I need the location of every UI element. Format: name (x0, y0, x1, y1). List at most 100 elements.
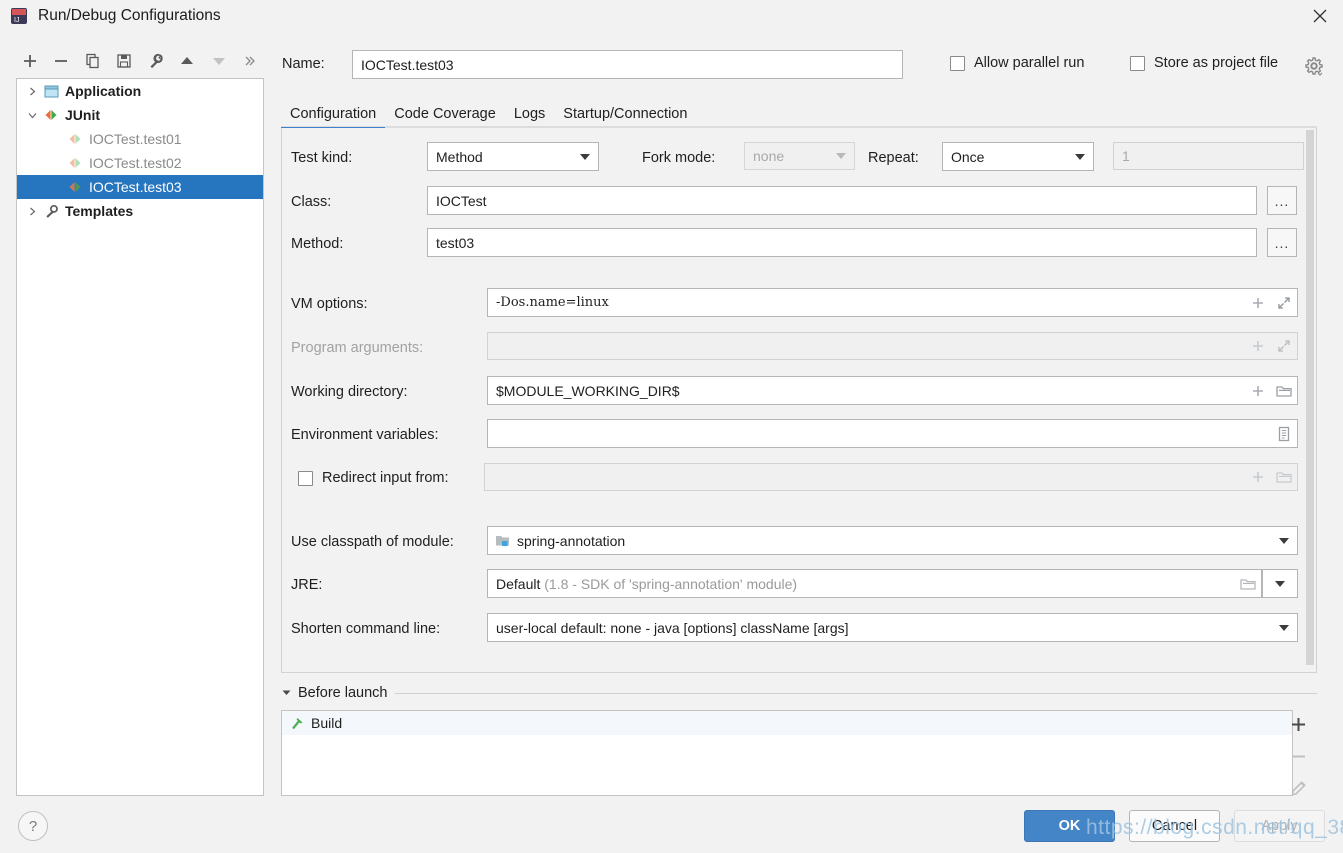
scrollbar-thumb[interactable] (1306, 130, 1314, 665)
svg-text:IJ: IJ (14, 17, 19, 24)
tab-configuration[interactable]: Configuration (281, 106, 386, 130)
redirect-input-field[interactable] (484, 463, 1298, 491)
add-configuration-button[interactable] (14, 46, 46, 76)
add-task-button[interactable] (1290, 716, 1307, 736)
class-browse-button[interactable]: ... (1267, 186, 1297, 215)
checkbox-box (950, 55, 965, 71)
repeat-value: Once (951, 148, 985, 165)
before-launch-item-build[interactable]: Build (282, 711, 1292, 735)
save-configuration-button[interactable] (109, 46, 141, 76)
gear-icon[interactable] (1304, 56, 1324, 79)
application-icon (41, 84, 61, 99)
wrench-icon (41, 204, 61, 219)
chevron-down-icon (1271, 537, 1297, 544)
store-as-project-file-checkbox[interactable]: Store as project file (1130, 55, 1278, 71)
before-launch-side-toolbar (1281, 710, 1315, 796)
redirect-input-label: Redirect input from: (322, 470, 449, 486)
cancel-button[interactable]: Cancel (1129, 810, 1220, 842)
class-label: Class: (291, 194, 332, 210)
browse-folder-icon[interactable] (1235, 577, 1261, 591)
vm-options-input[interactable]: -Dos.name=linux (487, 288, 1298, 317)
class-input[interactable]: IOCTest (427, 186, 1257, 215)
build-hammer-icon (290, 716, 305, 731)
program-arguments-input[interactable] (487, 332, 1298, 360)
tree-item-junit[interactable]: JUnit (17, 103, 263, 127)
shorten-command-line-combo[interactable]: user-local default: none - java [options… (487, 613, 1298, 642)
insert-macro-icon[interactable] (1245, 384, 1271, 398)
edit-variables-icon[interactable] (1271, 426, 1297, 442)
tree-item-templates[interactable]: Templates (17, 199, 263, 223)
jre-input[interactable]: Default (1.8 - SDK of 'spring-annotation… (487, 569, 1262, 598)
browse-folder-icon[interactable] (1271, 384, 1297, 398)
jre-value: Default (1.8 - SDK of 'spring-annotation… (488, 576, 1235, 592)
expand-editor-icon[interactable] (1271, 296, 1297, 310)
chevron-down-icon (828, 153, 854, 159)
use-classpath-of-module-label: Use classpath of module: (291, 534, 454, 550)
tree-item-application[interactable]: Application (17, 79, 263, 103)
fork-mode-combo[interactable]: none (744, 142, 855, 170)
expand-editor-icon (1271, 339, 1297, 353)
move-up-button[interactable] (172, 46, 204, 76)
copy-configuration-button[interactable] (77, 46, 109, 76)
chevron-right-icon[interactable] (23, 87, 41, 96)
tree-item-ioctest-test02[interactable]: IOCTest.test02 (17, 151, 263, 175)
before-launch-list[interactable]: Build (281, 710, 1293, 796)
vm-options-value: -Dos.name=linux (496, 295, 609, 310)
jre-value-hint: (1.8 - SDK of 'spring-annotation' module… (544, 575, 798, 592)
before-launch-header[interactable]: Before launch (281, 685, 1317, 701)
tree-item-label: IOCTest.test03 (89, 179, 182, 195)
title-bar: IJ Run/Debug Configurations (0, 0, 1343, 32)
store-as-project-file-label: Store as project file (1154, 55, 1279, 71)
help-button[interactable]: ? (18, 811, 48, 841)
repeat-combo[interactable]: Once (942, 142, 1094, 171)
class-value: IOCTest (436, 192, 487, 209)
ok-button[interactable]: OK (1024, 810, 1115, 842)
jre-label: JRE: (291, 577, 323, 593)
fork-mode-label: Fork mode: (642, 150, 716, 166)
redirect-input-checkbox[interactable]: Redirect input from: (298, 470, 449, 486)
test-kind-combo[interactable]: Method (427, 142, 599, 171)
tab-startup-connection[interactable]: Startup/Connection (554, 106, 696, 128)
insert-macro-icon[interactable] (1245, 296, 1271, 310)
before-launch-title: Before launch (298, 685, 388, 701)
chevron-right-icon[interactable] (23, 207, 41, 216)
apply-button[interactable]: Apply (1234, 810, 1325, 842)
tree-item-label: Templates (65, 203, 134, 219)
chevron-down-icon (1067, 153, 1093, 160)
tree-item-label: Application (65, 83, 142, 99)
insert-macro-icon (1245, 470, 1271, 484)
close-icon[interactable] (1297, 0, 1343, 32)
configurations-tree[interactable]: Application JUnit IOCTest.test01 IOCTest… (16, 78, 264, 796)
edit-task-button[interactable] (1290, 780, 1307, 800)
repeat-count-input[interactable]: 1 (1113, 142, 1304, 170)
shorten-command-line-value-text: user-local default: none (496, 619, 642, 636)
environment-variables-label: Environment variables: (291, 427, 439, 443)
panel-scrollbar[interactable] (1304, 128, 1316, 672)
chevron-down-icon[interactable] (23, 111, 41, 120)
tab-code-coverage[interactable]: Code Coverage (385, 106, 505, 128)
move-down-button[interactable] (203, 46, 235, 76)
remove-configuration-button[interactable] (46, 46, 78, 76)
tab-logs[interactable]: Logs (505, 106, 554, 128)
method-value: test03 (436, 234, 475, 251)
before-launch-rule (395, 692, 1317, 694)
more-options-button[interactable] (235, 46, 267, 76)
browse-folder-icon (1271, 470, 1297, 484)
method-browse-button[interactable]: ... (1267, 228, 1297, 257)
name-input[interactable]: IOCTest.test03 (352, 50, 903, 79)
environment-variables-input[interactable] (487, 419, 1298, 448)
method-input[interactable]: test03 (427, 228, 1257, 257)
remove-task-button[interactable] (1290, 748, 1307, 768)
jre-dropdown-button[interactable] (1262, 569, 1298, 598)
tree-item-ioctest-test01[interactable]: IOCTest.test01 (17, 127, 263, 151)
use-classpath-of-module-combo[interactable]: spring-annotation (487, 526, 1298, 555)
shorten-command-line-hint: - java [options] className [args] (645, 619, 849, 636)
tree-item-ioctest-test03[interactable]: IOCTest.test03 (17, 175, 263, 199)
allow-parallel-run-checkbox[interactable]: Allow parallel run (950, 55, 1084, 71)
chevron-down-icon[interactable] (281, 685, 292, 701)
working-directory-input[interactable]: $MODULE_WORKING_DIR$ (487, 376, 1298, 405)
chevron-down-icon (1263, 580, 1297, 587)
junit-run-icon (65, 132, 85, 146)
edit-templates-button[interactable] (140, 46, 172, 76)
module-icon (495, 534, 511, 548)
